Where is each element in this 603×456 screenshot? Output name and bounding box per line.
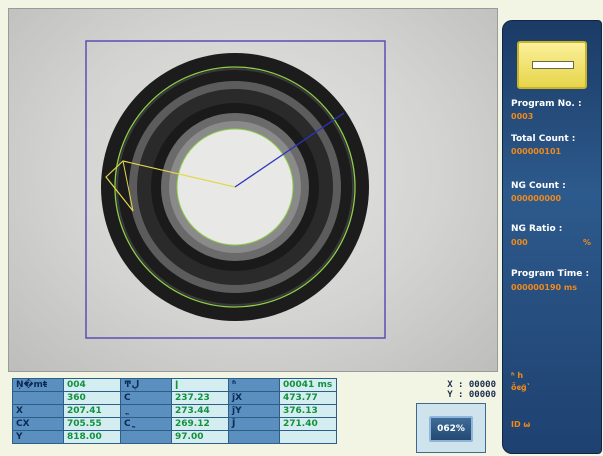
table-row: 360 С 237.23 ĵX 473.77 [12, 391, 337, 405]
mode-note-line-2: ȫͼģʽ [511, 383, 530, 392]
table-cell-label: Ĵ [228, 417, 280, 431]
program-no-value: 0003 [511, 112, 534, 121]
ng-ratio-unit: % [583, 238, 592, 247]
program-time-value: 000000190 ms [511, 283, 577, 292]
table-cell-value: 237.23 [171, 391, 229, 405]
status-sidebar: Program No. : 0003 Total Count : 0000001… [502, 20, 602, 454]
minus-icon [532, 61, 574, 69]
program-time-label: Program Time : [511, 269, 590, 279]
table-cell-label: ֱ [120, 404, 172, 418]
total-count-value: 000000101 [511, 147, 562, 156]
table-row: СX 705.55 Сֱ 269.12 Ĵ 271.40 [12, 417, 337, 431]
program-no-label: Program No. : [511, 99, 582, 109]
table-cell-label [120, 430, 172, 444]
table-cell-value: 705.55 [63, 417, 121, 431]
ng-ratio-label: NG Ratio : [511, 224, 563, 234]
table-row: Ņ�mŧ 004 ͳڸ ǀ ʱ 00041 ms [12, 378, 337, 392]
table-cell-label: ͳڸ [120, 378, 172, 392]
table-cell-label: Y [12, 430, 64, 444]
total-count-label: Total Count : [511, 134, 576, 144]
y-readout: Y : 00000 [447, 390, 496, 400]
x-readout: X : 00000 [447, 380, 496, 390]
table-cell-value [279, 430, 337, 444]
app-frame: Ņ�mŧ 004 ͳڸ ǀ ʱ 00041 ms 360 С 237.23 ĵX 473.77 X 20… [0, 0, 603, 456]
zoom-button[interactable]: 062% [429, 416, 473, 442]
ng-count-label: NG Count : [511, 181, 566, 191]
table-row: X207.41ֱ273.44ĵY376.13 [12, 404, 337, 418]
table-cell-label: ʱ [228, 378, 280, 392]
table-cell-value: 004 [63, 378, 121, 392]
table-cell-label: Сֱ [120, 417, 172, 431]
measurement-table: Ņ�mŧ 004 ͳڸ ǀ ʱ 00041 ms 360 С 237.23 ĵX 473.77 X 20… [12, 378, 337, 444]
table-row: Y 818.00 97.00 [12, 430, 337, 444]
table-cell-value: 00041 ms [279, 378, 337, 392]
table-cell-value: 376.13 [279, 404, 337, 418]
table-cell-value: 97.00 [171, 430, 229, 444]
table-cell-label: X [12, 404, 64, 418]
table-cell-value: 271.40 [279, 417, 337, 431]
camera-viewport[interactable] [8, 8, 498, 372]
table-cell-value: 207.41 [63, 404, 121, 418]
mode-note-line-1: ʱ һ [511, 371, 524, 380]
table-cell-value: 269.12 [171, 417, 229, 431]
table-cell-value: 818.00 [63, 430, 121, 444]
table-cell-value: 473.77 [279, 391, 337, 405]
table-cell-label [12, 391, 64, 405]
table-cell-label [228, 430, 280, 444]
status-indicator[interactable] [517, 41, 587, 89]
table-cell-value: 360 [63, 391, 121, 405]
table-cell-value: ǀ [171, 378, 229, 392]
table-cell-label: С [120, 391, 172, 405]
ng-ratio-value: 000 [511, 238, 528, 247]
inspection-overlay [85, 40, 386, 339]
zoom-panel: 062% [416, 403, 486, 453]
table-cell-value: 273.44 [171, 404, 229, 418]
table-cell-label: СX [12, 417, 64, 431]
xy-readout: X : 00000 Y : 00000 [420, 380, 496, 400]
table-cell-label: ĵY [228, 404, 280, 418]
table-cell-label: Ņ�mŧ [12, 378, 64, 392]
table-cell-label: ĵX [228, 391, 280, 405]
mode-note-line-3[interactable]: ID ѡ [511, 419, 530, 430]
ng-count-value: 000000000 [511, 194, 562, 203]
